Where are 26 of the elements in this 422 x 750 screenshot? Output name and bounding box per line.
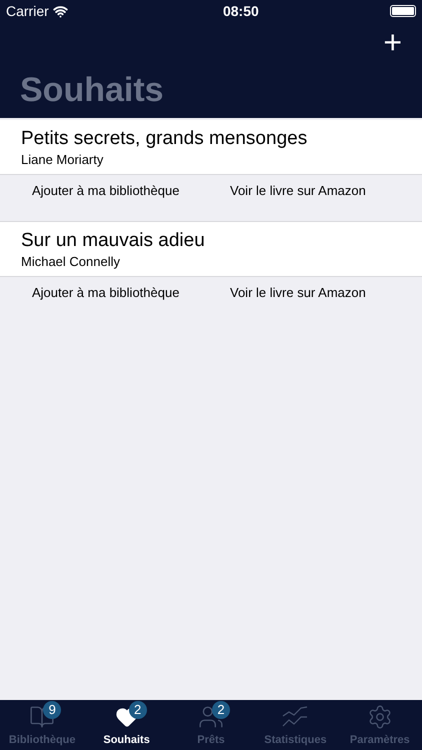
action-button[interactable]: Voir le livre sur Amazon bbox=[230, 283, 366, 302]
book-row[interactable]: Petits secrets, grands mensonges Liane Moriarty bbox=[0, 120, 422, 175]
badge: 2 bbox=[212, 700, 230, 718]
badge: 9 bbox=[43, 700, 62, 718]
carrier-label: Carrier bbox=[6, 2, 49, 20]
clock: 08:50 bbox=[222, 2, 259, 20]
tab[interactable]: 9 Bibliothèque bbox=[0, 700, 84, 750]
badge: 2 bbox=[128, 700, 147, 718]
book-icon bbox=[29, 704, 56, 730]
book-author: Liane Moriarty bbox=[21, 152, 104, 168]
settings-icon bbox=[366, 704, 393, 730]
book-title: Sur un mauvais adieu bbox=[21, 229, 206, 253]
add-button[interactable]: + bbox=[383, 26, 402, 58]
tab[interactable]: 2 Prêts bbox=[168, 700, 254, 750]
book-title: Petits secrets, grands mensonges bbox=[21, 127, 308, 151]
book-row[interactable]: Sur un mauvais adieu Michael Connelly bbox=[0, 222, 422, 277]
book-author: Michael Connelly bbox=[21, 254, 121, 270]
people-icon bbox=[198, 704, 224, 730]
action-button[interactable]: Voir le livre sur Amazon bbox=[230, 181, 366, 200]
action-button[interactable]: Ajouter à ma bibliothèque bbox=[32, 283, 180, 302]
page-title: Souhaits bbox=[19, 70, 165, 110]
tab[interactable]: 2 Souhaits bbox=[84, 700, 169, 750]
action-button[interactable]: Ajouter à ma bibliothèque bbox=[32, 181, 180, 200]
battery-icon bbox=[390, 5, 416, 17]
chart-lines-icon bbox=[282, 704, 308, 728]
wifi-icon bbox=[52, 4, 68, 18]
